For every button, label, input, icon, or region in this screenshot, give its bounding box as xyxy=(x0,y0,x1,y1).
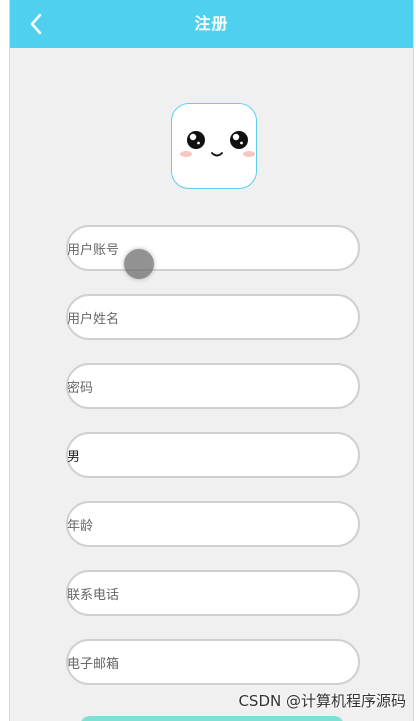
register-button[interactable] xyxy=(80,716,344,721)
cute-face-icon xyxy=(180,131,255,157)
account-placeholder: 用户账号 xyxy=(67,242,120,258)
top-bar: 注册 xyxy=(10,0,413,48)
avatar[interactable] xyxy=(171,103,257,189)
age-input[interactable]: 年龄 xyxy=(66,501,360,547)
password-input[interactable]: 密码 xyxy=(66,363,360,409)
email-placeholder: 电子邮箱 xyxy=(67,656,120,672)
gender-input[interactable]: 男 xyxy=(66,432,360,478)
phone-placeholder: 联系电话 xyxy=(67,587,120,603)
username-input[interactable]: 用户姓名 xyxy=(66,294,360,340)
watermark: CSDN @计算机程序源码 xyxy=(238,692,406,710)
age-placeholder: 年龄 xyxy=(67,518,94,534)
register-screen: 注册 用户账号 用户姓名 密码 男 年龄 联系电话 电子邮箱 xyxy=(9,0,414,721)
gender-value: 男 xyxy=(67,449,81,465)
account-input[interactable]: 用户账号 xyxy=(66,225,360,271)
username-placeholder: 用户姓名 xyxy=(67,311,120,327)
phone-input[interactable]: 联系电话 xyxy=(66,570,360,616)
password-placeholder: 密码 xyxy=(67,380,94,396)
touch-indicator xyxy=(124,249,154,279)
email-input[interactable]: 电子邮箱 xyxy=(66,639,360,685)
page-title: 注册 xyxy=(194,14,229,33)
app-frame: 注册 用户账号 用户姓名 密码 男 年龄 联系电话 电子邮箱 CSDN @计算机… xyxy=(0,0,416,721)
